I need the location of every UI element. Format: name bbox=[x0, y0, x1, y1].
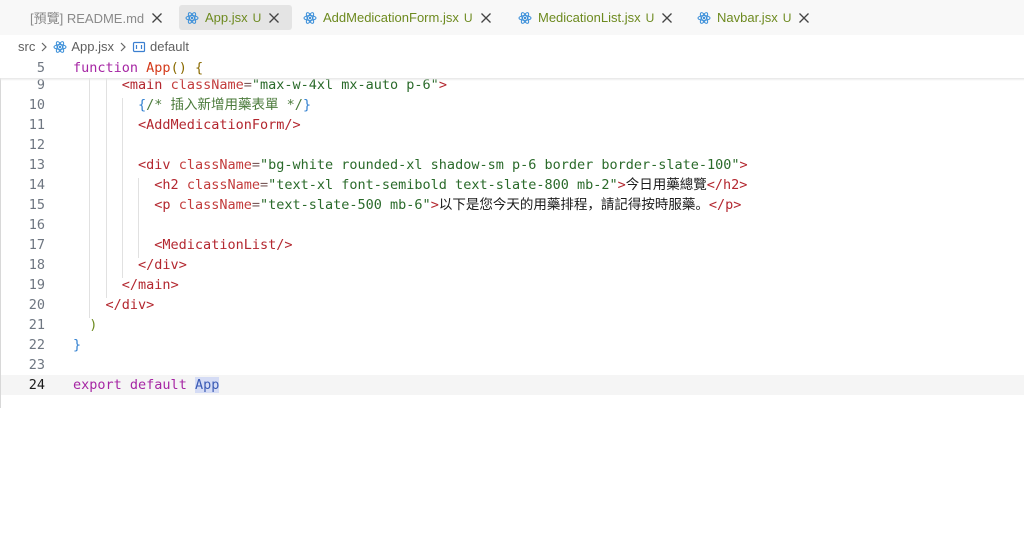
line-number: 11 bbox=[28, 117, 45, 133]
untracked-badge: U bbox=[782, 10, 792, 25]
code-line[interactable]: 15 <p className="text-slate-500 mb-6">以下… bbox=[0, 195, 1024, 215]
breadcrumb-file-label: App.jsx bbox=[71, 39, 114, 54]
code-line[interactable]: 23 bbox=[0, 355, 1024, 375]
react-icon bbox=[53, 40, 67, 53]
code-line[interactable]: 10 {/* 插入新增用藥表單 */} bbox=[0, 95, 1024, 115]
tab-label: App.jsx bbox=[205, 10, 248, 25]
code-text: function App() { bbox=[73, 60, 204, 76]
react-icon bbox=[518, 11, 532, 24]
close-icon[interactable] bbox=[151, 12, 163, 24]
close-icon[interactable] bbox=[268, 12, 280, 24]
code-line[interactable]: 11 <AddMedicationForm/> bbox=[0, 115, 1024, 135]
code-text: </div> bbox=[138, 257, 187, 273]
line-number: 15 bbox=[28, 197, 45, 213]
line-number: 18 bbox=[28, 257, 45, 273]
tab-add-medication-form[interactable]: AddMedicationForm.jsx U bbox=[303, 5, 492, 30]
code-text: </main> bbox=[121, 277, 179, 293]
code-line[interactable]: 21 ) bbox=[0, 315, 1024, 335]
breadcrumb-folder[interactable]: src bbox=[18, 39, 35, 54]
code-text: {/* 插入新增用藥表單 */} bbox=[138, 97, 312, 113]
close-icon[interactable] bbox=[661, 12, 673, 24]
editor-tab-bar: [預覽] README.md App.jsx U AddMedicationFo… bbox=[0, 0, 1024, 35]
tab-app-jsx[interactable]: App.jsx U bbox=[179, 5, 292, 30]
symbol-variable-icon bbox=[132, 41, 146, 52]
breadcrumb-symbol-label: default bbox=[149, 39, 190, 54]
highlighted-identifier: App bbox=[194, 377, 220, 393]
code-line[interactable]: 12 bbox=[0, 135, 1024, 155]
line-number: 23 bbox=[28, 357, 45, 373]
code-line[interactable]: 14 <h2 className="text-xl font-semibold … bbox=[0, 175, 1024, 195]
code-line[interactable]: 17 <MedicationList/> bbox=[0, 235, 1024, 255]
react-icon bbox=[303, 11, 317, 24]
line-number: 10 bbox=[28, 97, 45, 113]
breadcrumb-folder-label: src bbox=[18, 39, 36, 54]
code-text: <h2 className="text-xl font-semibold tex… bbox=[154, 177, 748, 193]
code-editor[interactable]: 5 function App() { 9 <main className="ma… bbox=[0, 58, 1024, 408]
tab-label: AddMedicationForm.jsx bbox=[323, 10, 459, 25]
line-number: 13 bbox=[28, 157, 45, 173]
untracked-badge: U bbox=[463, 10, 473, 25]
code-line[interactable]: 18 </div> bbox=[0, 255, 1024, 275]
line-number: 20 bbox=[28, 297, 45, 313]
breadcrumb: src App.jsx default bbox=[0, 36, 1024, 57]
tab-readme-preview[interactable]: [預覽] README.md bbox=[30, 5, 163, 30]
code-line[interactable]: 19 </main> bbox=[0, 275, 1024, 295]
tab-label: MedicationList.jsx bbox=[538, 10, 641, 25]
breadcrumb-symbol[interactable]: default bbox=[132, 39, 189, 54]
line-number: 22 bbox=[28, 337, 45, 353]
line-number: 17 bbox=[28, 237, 45, 253]
code-text: ) bbox=[89, 317, 98, 333]
code-text: </div> bbox=[105, 297, 155, 313]
react-icon bbox=[185, 11, 199, 24]
close-icon[interactable] bbox=[798, 12, 810, 24]
line-number: 19 bbox=[28, 277, 45, 293]
chevron-right-icon bbox=[41, 42, 48, 51]
code-text: <AddMedicationForm/> bbox=[138, 117, 301, 133]
tab-medication-list[interactable]: MedicationList.jsx U bbox=[518, 5, 673, 30]
code-line[interactable]: 22 } bbox=[0, 335, 1024, 355]
tab-label: [預覽] README.md bbox=[30, 11, 145, 26]
close-icon[interactable] bbox=[480, 12, 492, 24]
line-number: 14 bbox=[28, 177, 45, 193]
code-text: <div className="bg-white rounded-xl shad… bbox=[138, 157, 748, 173]
line-number: 5 bbox=[36, 60, 45, 76]
code-line[interactable]: 16 bbox=[0, 215, 1024, 235]
editor-edge bbox=[0, 58, 1, 408]
code-text: <p className="text-slate-500 mb-6">以下是您今… bbox=[154, 197, 742, 213]
tab-label: Navbar.jsx bbox=[717, 10, 778, 25]
tab-navbar[interactable]: Navbar.jsx U bbox=[697, 5, 810, 30]
sticky-scroll-line[interactable]: 5 function App() { bbox=[0, 58, 1024, 78]
code-text: export default App bbox=[73, 377, 220, 393]
sticky-scroll-shadow bbox=[0, 78, 1024, 81]
line-number: 12 bbox=[28, 137, 45, 153]
untracked-badge: U bbox=[645, 10, 655, 25]
chevron-right-icon bbox=[120, 42, 126, 51]
code-text: } bbox=[73, 337, 82, 353]
code-line-current[interactable]: 24 export default App bbox=[0, 375, 1024, 395]
line-number: 24 bbox=[28, 377, 45, 393]
code-line[interactable]: 13 <div className="bg-white rounded-xl s… bbox=[0, 155, 1024, 175]
code-line[interactable]: 20 </div> bbox=[0, 295, 1024, 315]
code-text: <MedicationList/> bbox=[154, 237, 293, 253]
untracked-badge: U bbox=[252, 10, 262, 25]
react-icon bbox=[697, 11, 711, 24]
line-number: 16 bbox=[28, 217, 45, 233]
line-number: 21 bbox=[28, 317, 45, 333]
breadcrumb-file[interactable]: App.jsx bbox=[53, 39, 114, 54]
